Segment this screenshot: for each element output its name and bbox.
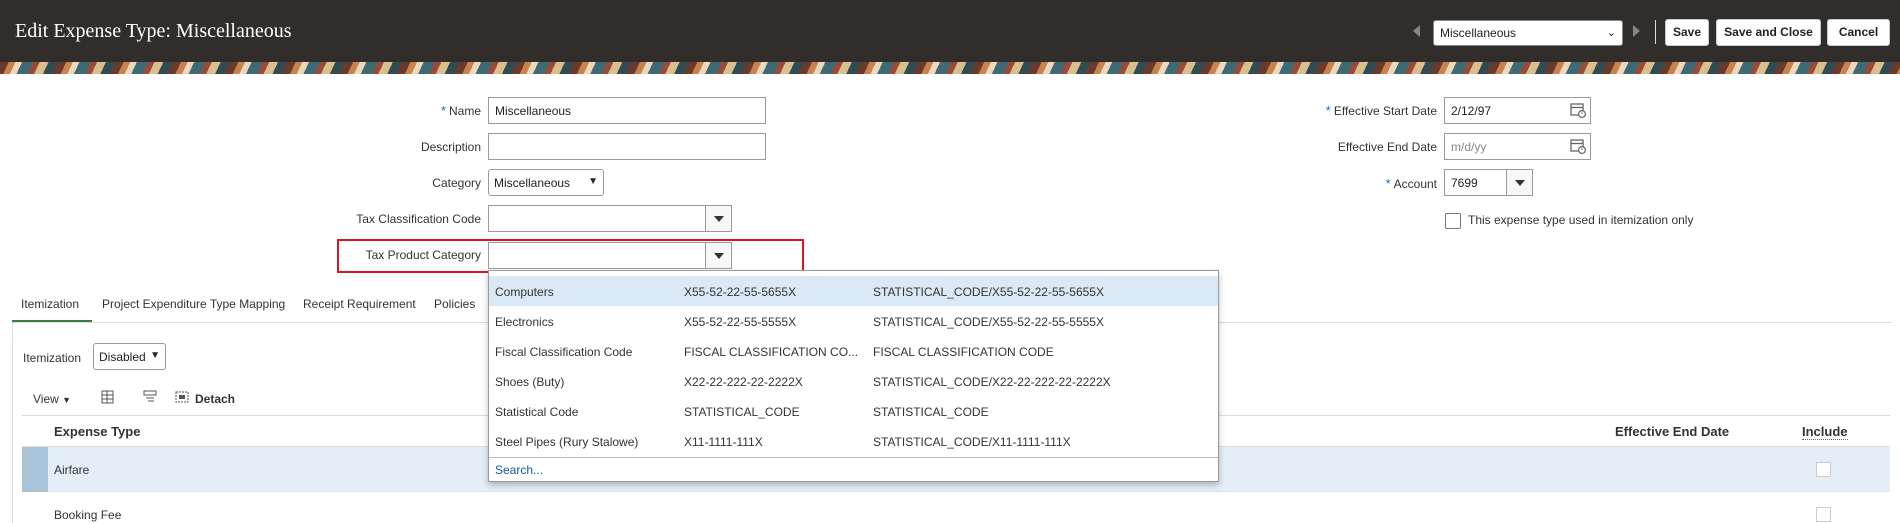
dropdown-divider	[489, 457, 1218, 458]
detach-button[interactable]: Detach	[195, 392, 235, 406]
category-select-value: Miscellaneous	[494, 176, 571, 190]
dropdown-option[interactable]: Computers X55-52-22-55-5655X STATISTICAL_C…	[489, 276, 1218, 306]
required-indicator: *	[1325, 103, 1331, 118]
dropdown-button[interactable]	[705, 243, 731, 268]
decorative-banner	[0, 62, 1900, 74]
include-checkbox[interactable]	[1816, 462, 1831, 477]
effective-end-date-label: Effective End Date	[1337, 140, 1437, 154]
required-indicator: *	[1385, 176, 1391, 191]
tax-product-category-combo[interactable]	[488, 242, 732, 269]
calendar-icon[interactable]	[1570, 102, 1586, 118]
category-label: Category	[432, 176, 481, 190]
itemization-select[interactable]: Disabled ▼	[93, 343, 166, 370]
chevron-down-icon: ▼	[588, 176, 598, 187]
save-button[interactable]: Save	[1665, 19, 1709, 46]
tax-product-category-label: Tax Product Category	[365, 248, 481, 262]
tab-itemization[interactable]: Itemization	[21, 297, 79, 311]
dropdown-option[interactable]: Statistical Code STATISTICAL_CODE STATISTI…	[489, 396, 1218, 426]
itemization-only-label: This expense type used in itemization on…	[1468, 213, 1694, 227]
itemization-label: Itemization	[23, 351, 82, 365]
include-checkbox[interactable]	[1816, 507, 1831, 522]
tax-classification-combo[interactable]	[488, 205, 732, 232]
effective-start-date-input[interactable]: 2/12/97	[1444, 97, 1591, 124]
cancel-button[interactable]: Cancel	[1827, 19, 1890, 46]
row-selected-marker	[22, 447, 48, 492]
detach-icon[interactable]	[174, 389, 190, 405]
expense-type-cell: Booking Fee	[54, 508, 122, 522]
table-row[interactable]: Booking Fee	[22, 492, 1890, 523]
dropdown-option[interactable]: Shoes (Buty) X22-22-222-22-2222X STATISTIC…	[489, 366, 1218, 396]
tab-project-expenditure-type-mapping[interactable]: Project Expenditure Type Mapping	[102, 297, 285, 311]
calendar-icon[interactable]	[1570, 138, 1586, 154]
name-input[interactable]: Miscellaneous	[488, 97, 766, 124]
dropdown-option[interactable]: Electronics X55-52-22-55-5555X STATISTICAL…	[489, 306, 1218, 336]
active-tab-indicator	[12, 320, 92, 322]
tab-receipt-requirement[interactable]: Receipt Requirement	[303, 297, 416, 311]
tab-policies[interactable]: Policies	[434, 297, 475, 311]
effective-end-date-input[interactable]: m/d/yy	[1444, 133, 1591, 160]
chevron-down-icon: ⌄	[1606, 27, 1616, 39]
category-select[interactable]: Miscellaneous ▼	[488, 169, 604, 196]
dropdown-button[interactable]	[705, 206, 731, 231]
name-label: * Name	[440, 103, 481, 118]
header-divider	[1655, 20, 1656, 44]
account-combo[interactable]: 7699	[1444, 169, 1533, 196]
save-and-close-button[interactable]: Save and Close	[1716, 19, 1821, 46]
tax-product-category-dropdown: Computers X55-52-22-55-5655X STATISTICAL_C…	[488, 270, 1219, 482]
record-select[interactable]: Miscellaneous ⌄	[1433, 20, 1623, 46]
dropdown-option[interactable]: Fiscal Classification Code FISCAL CLASSIF…	[489, 336, 1218, 366]
expense-type-cell: Airfare	[54, 463, 90, 477]
dropdown-option[interactable]: Steel Pipes (Rury Stalowe) X11-1111-111X S…	[489, 426, 1218, 456]
column-header-expense-type[interactable]: Expense Type	[54, 424, 140, 439]
record-select-value: Miscellaneous	[1440, 26, 1517, 40]
chevron-down-icon: ▼	[150, 350, 160, 361]
column-header-include[interactable]: Include	[1802, 424, 1848, 440]
freeze-columns-icon[interactable]	[100, 389, 116, 405]
dropdown-button[interactable]	[1506, 170, 1532, 195]
itemization-only-checkbox[interactable]	[1445, 213, 1461, 229]
description-input[interactable]	[488, 133, 766, 160]
view-menu[interactable]: View ▼	[33, 392, 71, 406]
triangle-down-icon: ▼	[62, 395, 72, 405]
page-title: Edit Expense Type: Miscellaneous	[15, 20, 292, 42]
description-label: Description	[420, 140, 481, 154]
next-arrow-icon[interactable]	[1633, 25, 1640, 37]
effective-start-date-label: * Effective Start Date	[1325, 103, 1437, 118]
column-header-effective-end-date[interactable]: Effective End Date	[1615, 424, 1729, 439]
account-label: * Account	[1385, 176, 1437, 191]
wrap-icon[interactable]	[142, 389, 158, 405]
search-link[interactable]: Search...	[495, 463, 543, 477]
required-indicator: *	[440, 103, 446, 118]
previous-arrow-icon[interactable]	[1413, 25, 1420, 37]
tax-classification-label: Tax Classification Code	[356, 212, 481, 226]
